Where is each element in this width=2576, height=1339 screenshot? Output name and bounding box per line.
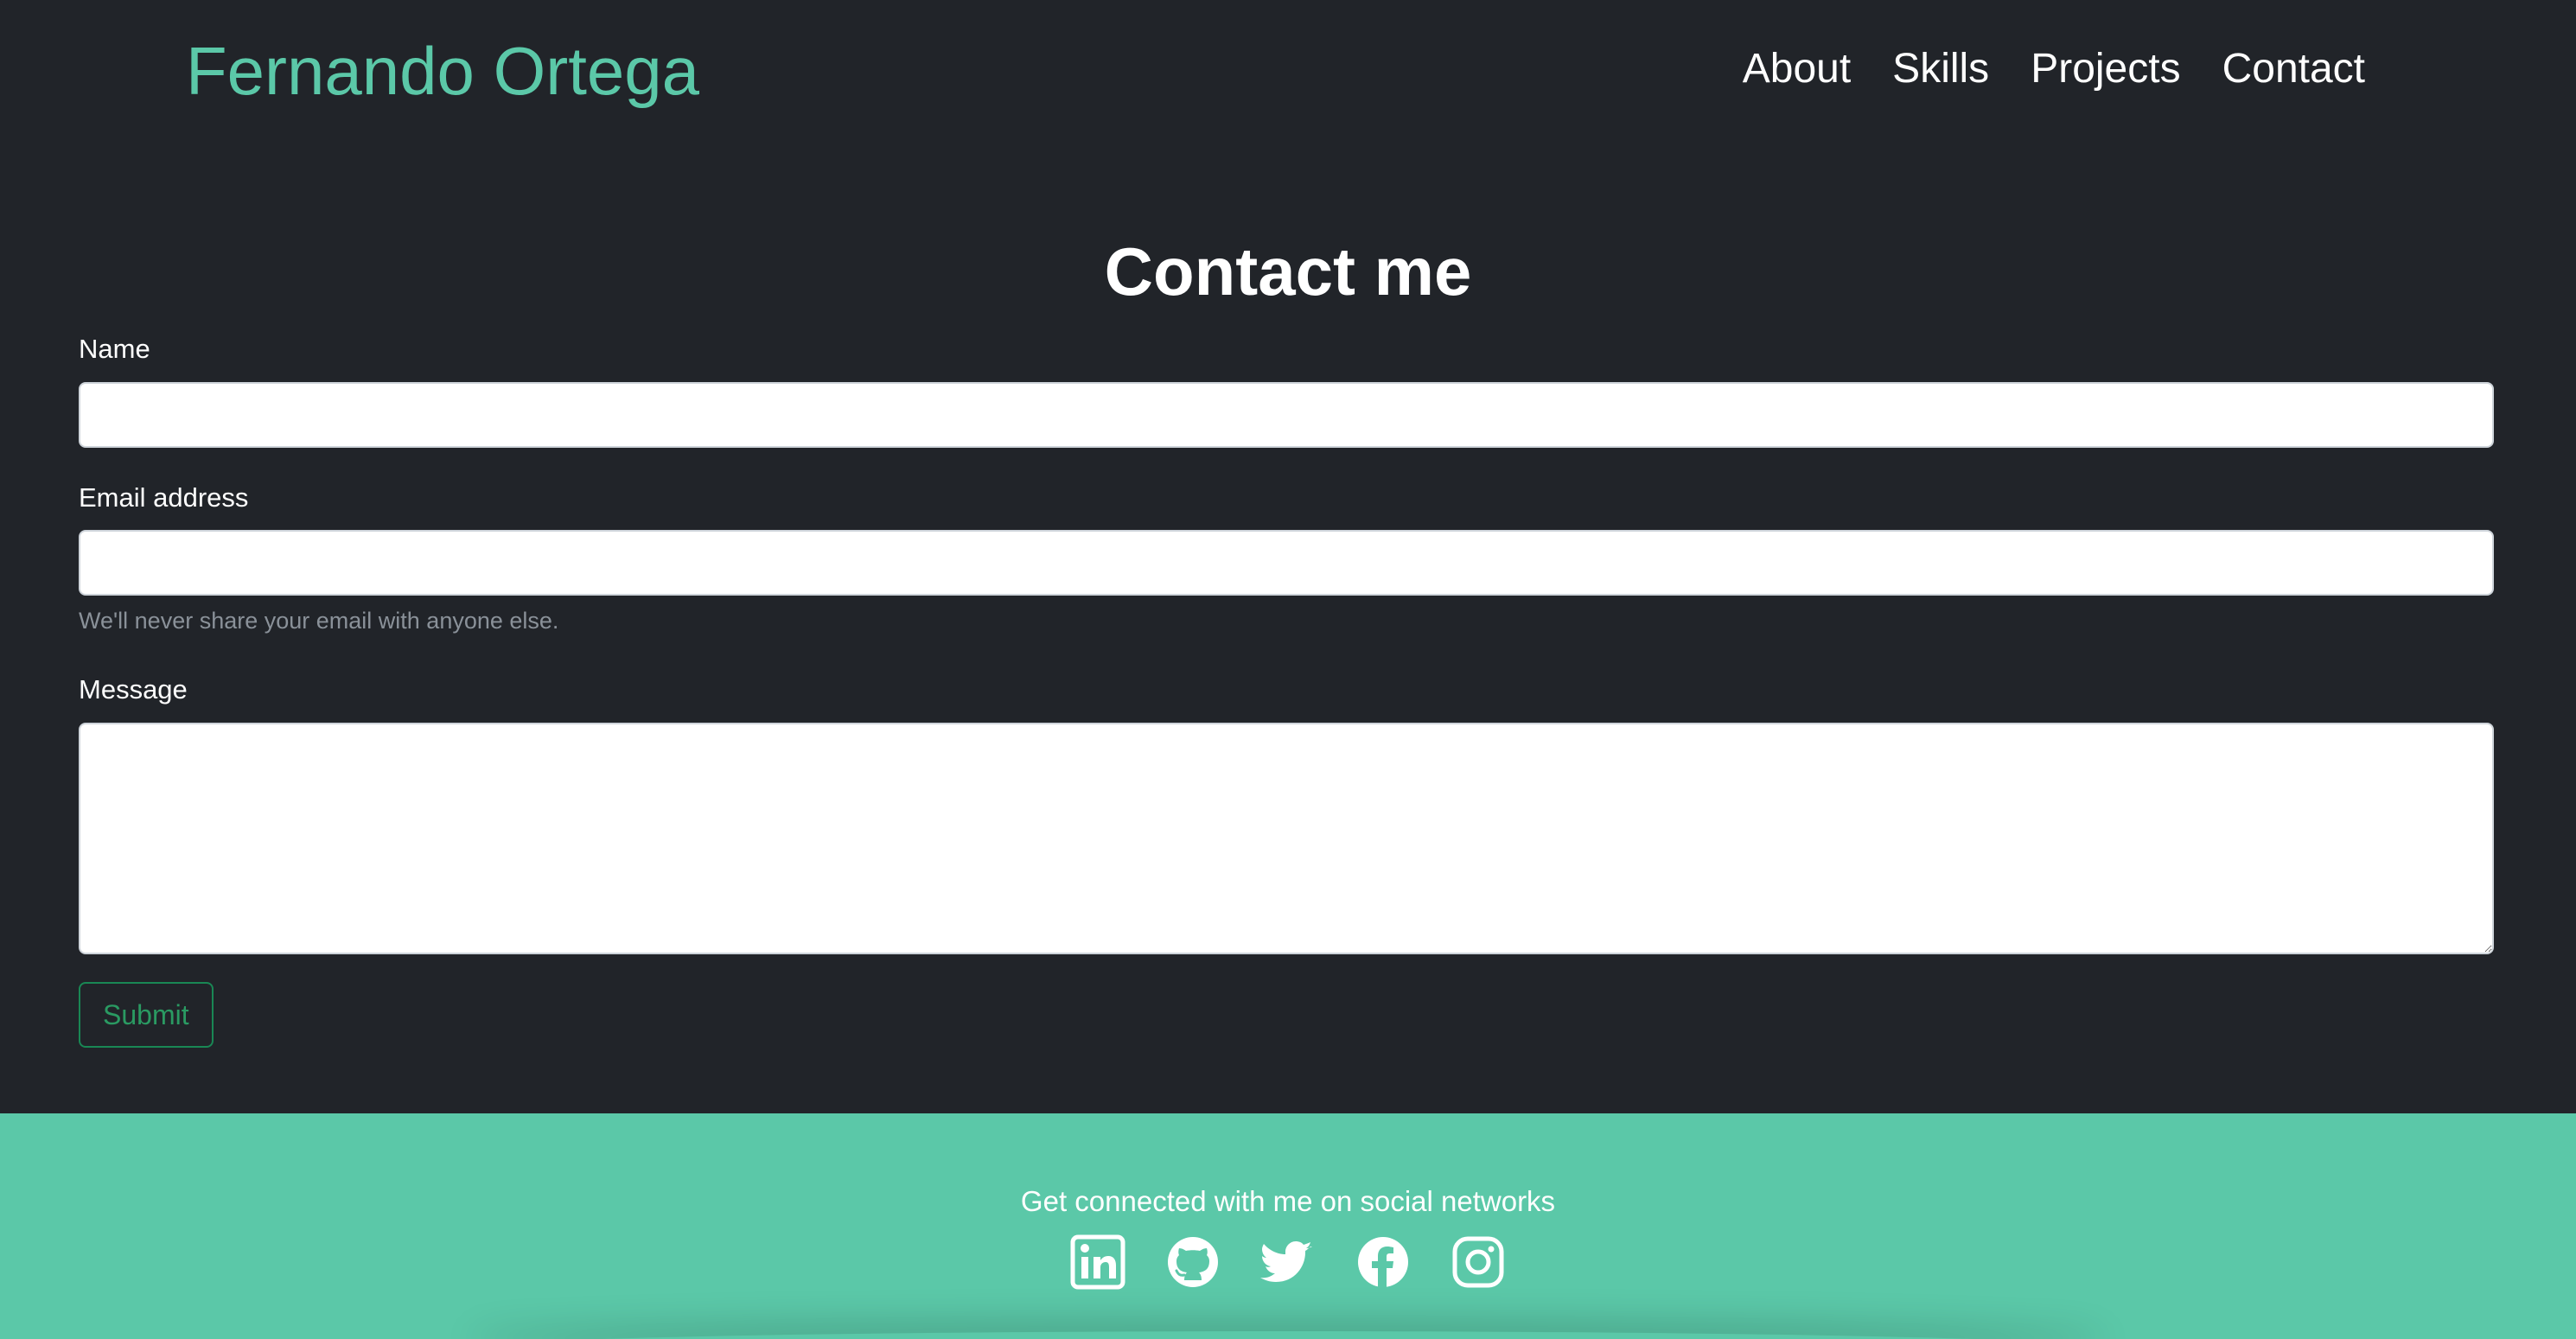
- name-label: Name: [79, 334, 150, 364]
- email-label: Email address: [79, 482, 249, 513]
- facebook-icon: [1358, 1237, 1408, 1287]
- name-input[interactable]: [79, 382, 2494, 448]
- nav-link-projects[interactable]: Projects: [2031, 38, 2180, 100]
- footer-text: Get connected with me on social networks: [1020, 1185, 1556, 1217]
- instagram-icon: [1452, 1236, 1504, 1288]
- page: Fernando Ortega About Skills Projects Co…: [0, 0, 2576, 1339]
- contact-section: Contact me Name Email address We'll neve…: [0, 147, 2576, 1113]
- twitter-icon: [1260, 1241, 1312, 1282]
- social-links: [0, 1234, 2576, 1290]
- email-input[interactable]: [79, 530, 2494, 596]
- nav-link-skills[interactable]: Skills: [1892, 38, 1989, 100]
- linkedin-link[interactable]: [1070, 1234, 1125, 1290]
- navbar: Fernando Ortega About Skills Projects Co…: [0, 0, 2576, 147]
- github-link[interactable]: [1165, 1234, 1221, 1290]
- page-title: Contact me: [1104, 233, 1472, 309]
- twitter-link[interactable]: [1260, 1234, 1316, 1290]
- facebook-link[interactable]: [1355, 1234, 1411, 1290]
- footer-shadow: [467, 1331, 2109, 1339]
- message-textarea[interactable]: [79, 723, 2494, 954]
- nav-link-about[interactable]: About: [1743, 38, 1851, 100]
- github-icon: [1168, 1237, 1218, 1287]
- brand-link[interactable]: Fernando Ortega: [186, 29, 699, 112]
- nav-links: About Skills Projects Contact: [1743, 38, 2365, 100]
- linkedin-icon: [1070, 1234, 1125, 1290]
- footer: Get connected with me on social networks: [0, 1113, 2576, 1339]
- nav-link-contact[interactable]: Contact: [2222, 38, 2365, 100]
- instagram-link[interactable]: [1451, 1234, 1506, 1290]
- email-help-text: We'll never share your email with anyone…: [79, 608, 559, 634]
- message-label: Message: [79, 674, 188, 705]
- submit-button[interactable]: Submit: [79, 982, 214, 1048]
